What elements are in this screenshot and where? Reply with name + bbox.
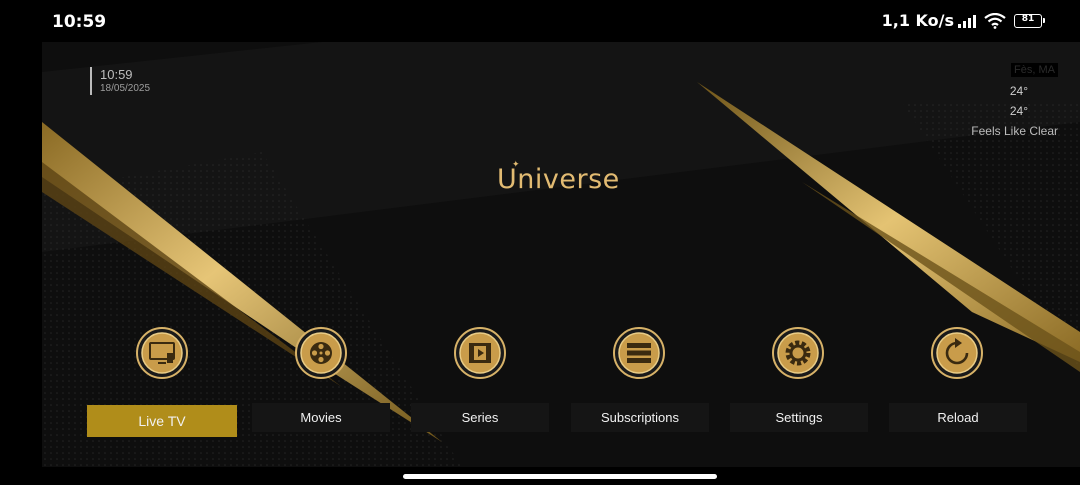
weather-description: Feels Like Clear <box>971 124 1058 138</box>
brand-logo: ✦ Universe <box>497 160 620 195</box>
weather-widget: Fès, MA 24° 24° Feels Like Clear <box>971 60 1058 141</box>
weather-temp: 24° <box>1009 84 1028 98</box>
menu-item-movies[interactable]: Movies <box>252 403 390 432</box>
menu-item-subscriptions[interactable]: Subscriptions <box>571 403 709 432</box>
status-bar: 10:59 1,1 Ko/s 81 <box>0 0 1080 42</box>
battery-level: 81 <box>1021 13 1035 24</box>
weather-location: Fès, MA <box>1011 63 1058 77</box>
clock-date: 18/05/2025 <box>100 83 151 94</box>
network-speed: 1,1 Ko/s <box>881 11 954 30</box>
film-reel-icon[interactable] <box>295 327 347 379</box>
menu-item-reload[interactable]: Reload <box>889 403 1027 432</box>
logo-star-icon: ✦ <box>512 160 521 170</box>
film-strip-play-icon[interactable] <box>454 327 506 379</box>
status-time: 10:59 <box>52 12 107 32</box>
gear-icon[interactable] <box>772 327 824 379</box>
home-indicator[interactable] <box>403 474 717 479</box>
battery-icon: 81 <box>1014 13 1045 28</box>
reload-icon[interactable] <box>931 327 983 379</box>
clock-widget: 10:59 18/05/2025 <box>90 67 150 95</box>
status-right: 1,1 Ko/s 81 <box>881 11 1045 30</box>
server-stack-icon[interactable] <box>613 327 665 379</box>
tv-icon[interactable] <box>136 327 188 379</box>
menu-item-live-tv[interactable]: Live TV <box>87 405 237 437</box>
app-screen: 10:59 18/05/2025 Fès, MA 24° 24° Feels L… <box>42 42 1080 467</box>
signal-icon <box>958 14 976 28</box>
wifi-icon <box>984 12 1006 29</box>
weather-feels-like-temp: 24° <box>1009 104 1028 118</box>
menu-item-settings[interactable]: Settings <box>730 403 868 432</box>
clock-time: 10:59 <box>100 67 133 82</box>
menu-item-series[interactable]: Series <box>411 403 549 432</box>
